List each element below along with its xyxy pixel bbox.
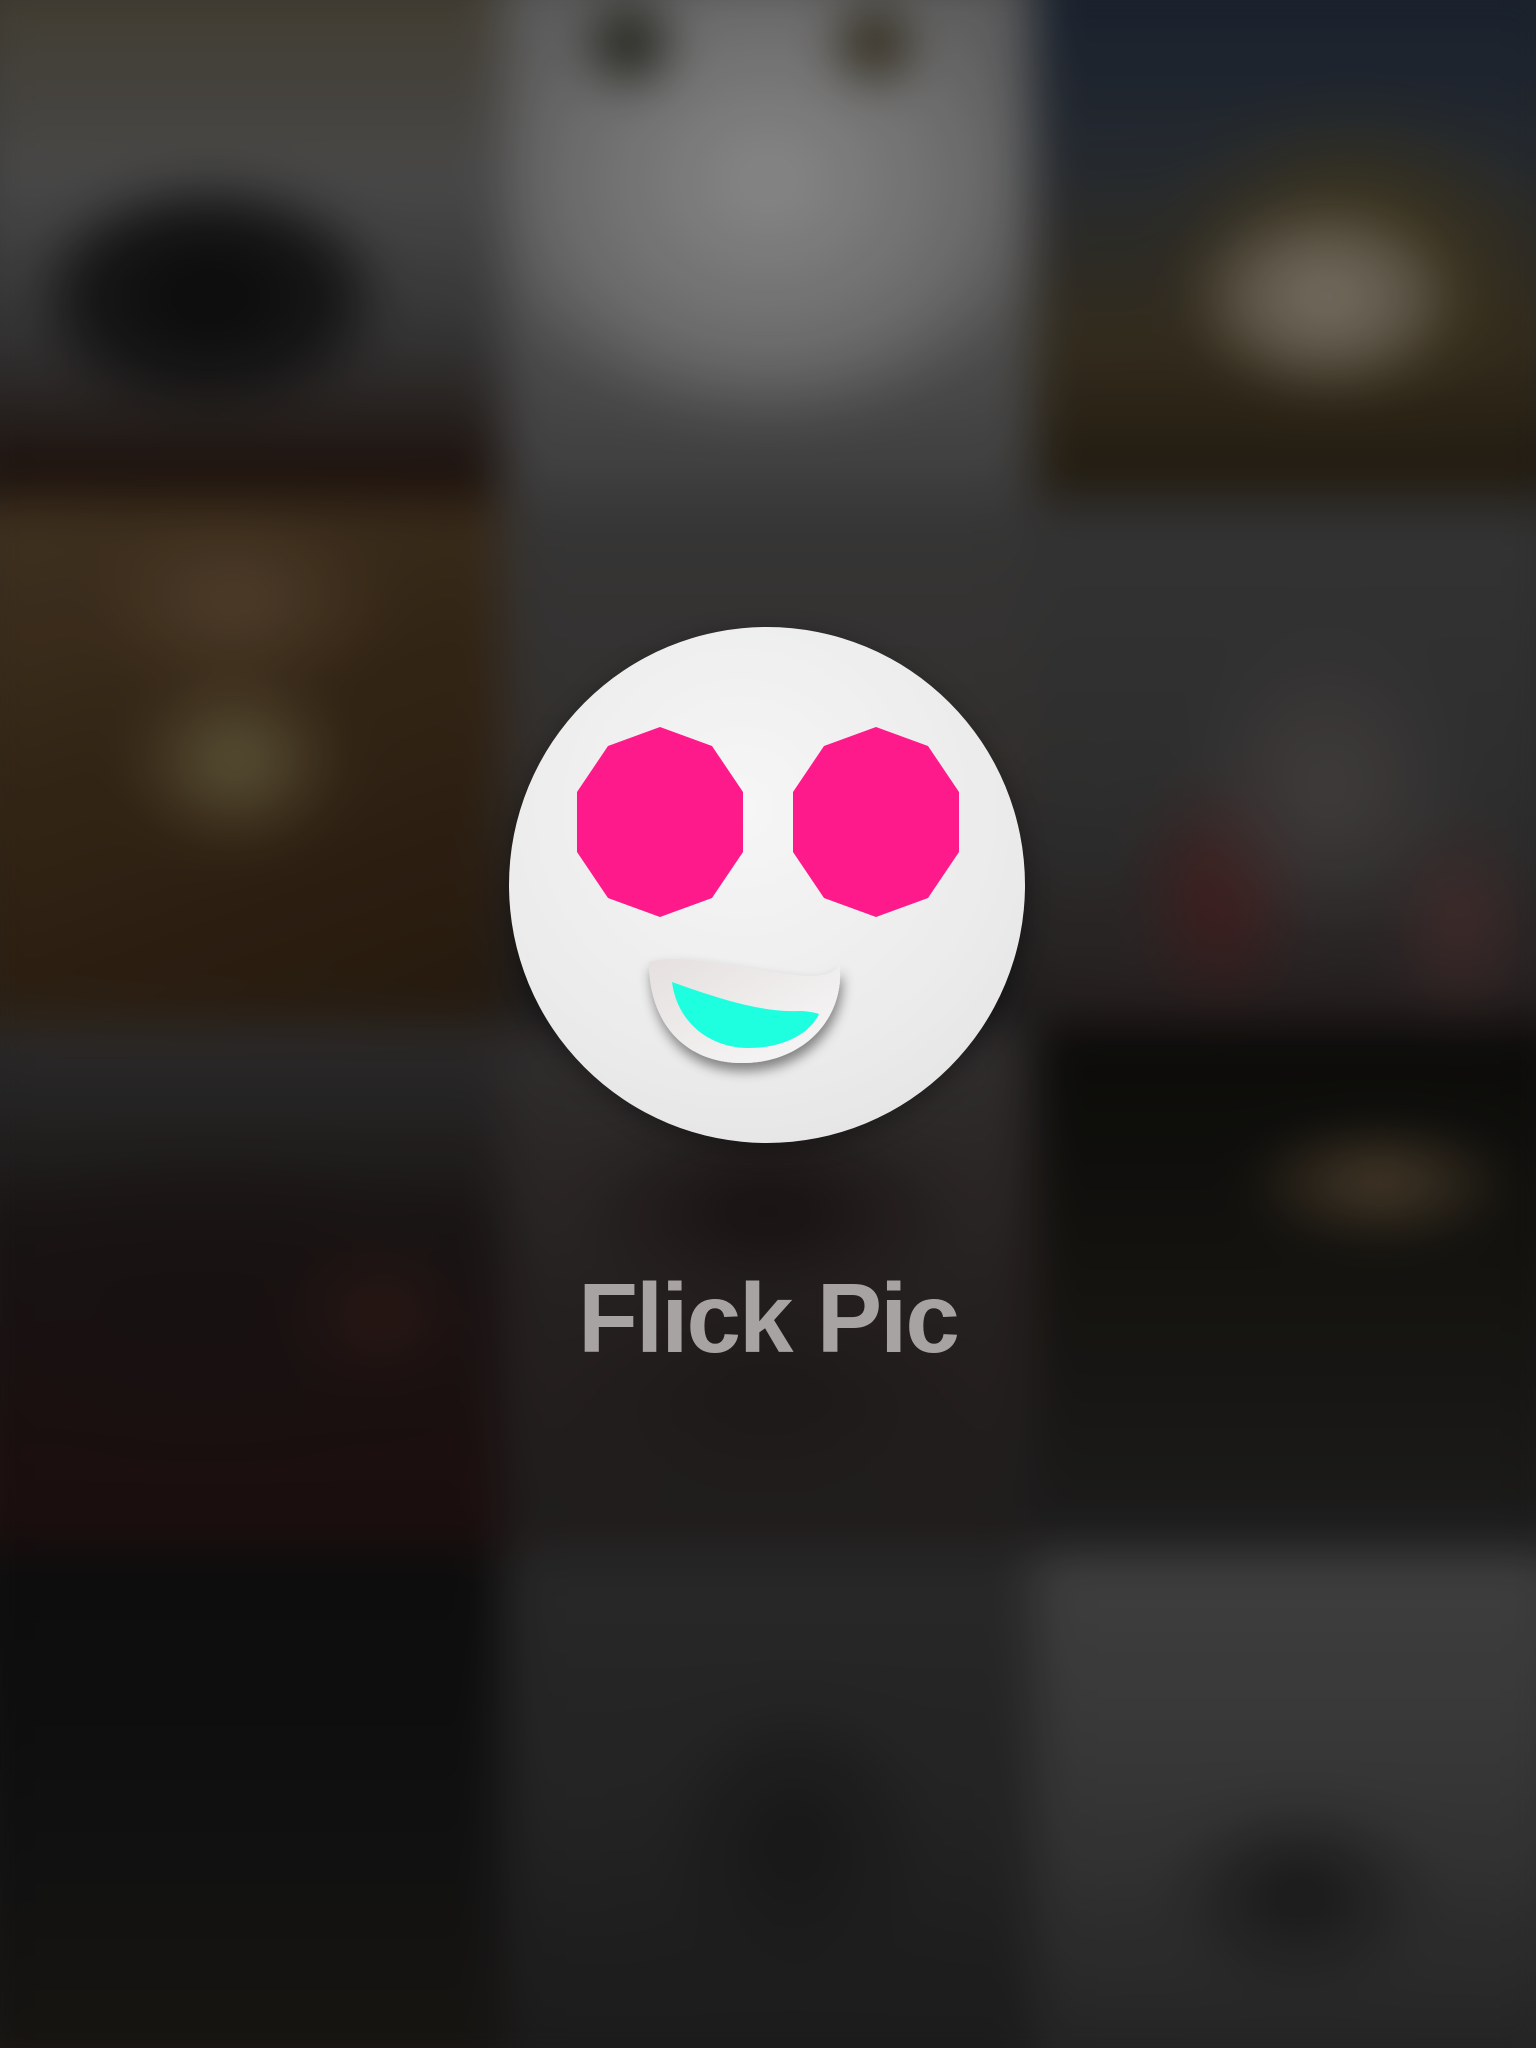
app-title: Flick Pic bbox=[578, 1263, 960, 1373]
app-logo bbox=[509, 627, 1025, 1143]
splash-screen: Flick Pic bbox=[0, 0, 1536, 2048]
right-eye-icon bbox=[793, 727, 959, 917]
left-eye-icon bbox=[577, 727, 743, 917]
smiley-face-logo-icon bbox=[577, 727, 959, 1064]
